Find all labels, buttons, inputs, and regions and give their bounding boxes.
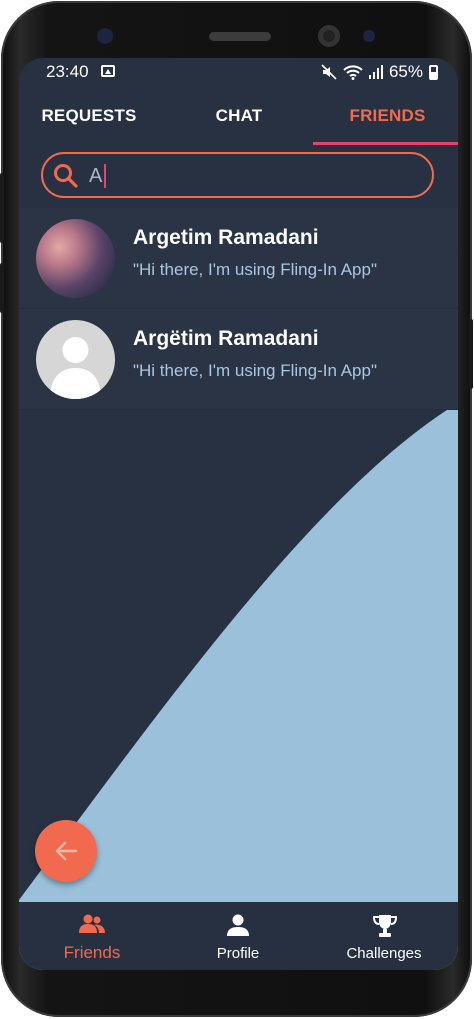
text-cursor [104,164,106,188]
nav-profile[interactable]: Profile [165,902,311,970]
front-camera [318,25,340,47]
earpiece-speaker [209,32,271,41]
trophy-icon [372,915,398,937]
tab-requests[interactable]: REQUESTS [19,90,159,142]
volume-button [0,173,4,243]
nav-label-profile: Profile [216,945,260,962]
nav-label-friends: Friends [63,943,121,962]
status-bar: 23:40 65% [19,58,458,86]
friends-icon [79,914,105,933]
status-icons: 65% [321,62,438,82]
top-tabs: REQUESTS CHAT FRIENDS [19,90,458,146]
avatar [36,320,115,399]
friend-name: Argetim Ramadani [133,226,319,249]
search-icon [54,164,78,188]
friend-status: "Hi there, I'm using Fling-In App" [133,361,377,380]
battery-percentage: 65% [388,62,423,81]
iris-sensor [363,30,375,42]
bixby-button [0,263,4,313]
nav-friends[interactable]: Friends [19,902,165,970]
search-input[interactable] [89,162,409,190]
avatar [36,219,115,298]
signal-icon [368,65,383,79]
arrow-left-icon [55,841,78,861]
list-item[interactable]: Argëtim Ramadani "Hi there, I'm using Fl… [19,309,458,410]
image-notification-icon [101,65,115,77]
phone-frame: 23:40 65% REQUESTS CHAT FRIENDS Argetim … [0,1,473,1017]
mute-icon [321,64,337,80]
list-item[interactable]: Argetim Ramadani "Hi there, I'm using Fl… [19,208,458,309]
screen: 23:40 65% REQUESTS CHAT FRIENDS Argetim … [19,58,458,970]
status-time: 23:40 [46,62,89,81]
tab-chat[interactable]: CHAT [169,90,309,142]
back-button[interactable] [35,820,97,882]
power-button [469,319,473,389]
wifi-icon [343,65,363,80]
bottom-navigation: Friends Profile Challenges [19,902,458,970]
nav-label-challenges: Challenges [346,945,422,962]
friend-name: Argëtim Ramadani [133,327,319,350]
search-bar [41,152,434,198]
battery-icon [429,64,438,80]
nav-challenges[interactable]: Challenges [311,902,457,970]
tab-indicator [313,142,458,145]
default-person-icon [50,337,101,399]
person-icon [227,914,249,936]
friend-status: "Hi there, I'm using Fling-In App" [133,260,377,279]
tab-friends[interactable]: FRIENDS [317,90,458,142]
front-sensor [97,28,113,44]
